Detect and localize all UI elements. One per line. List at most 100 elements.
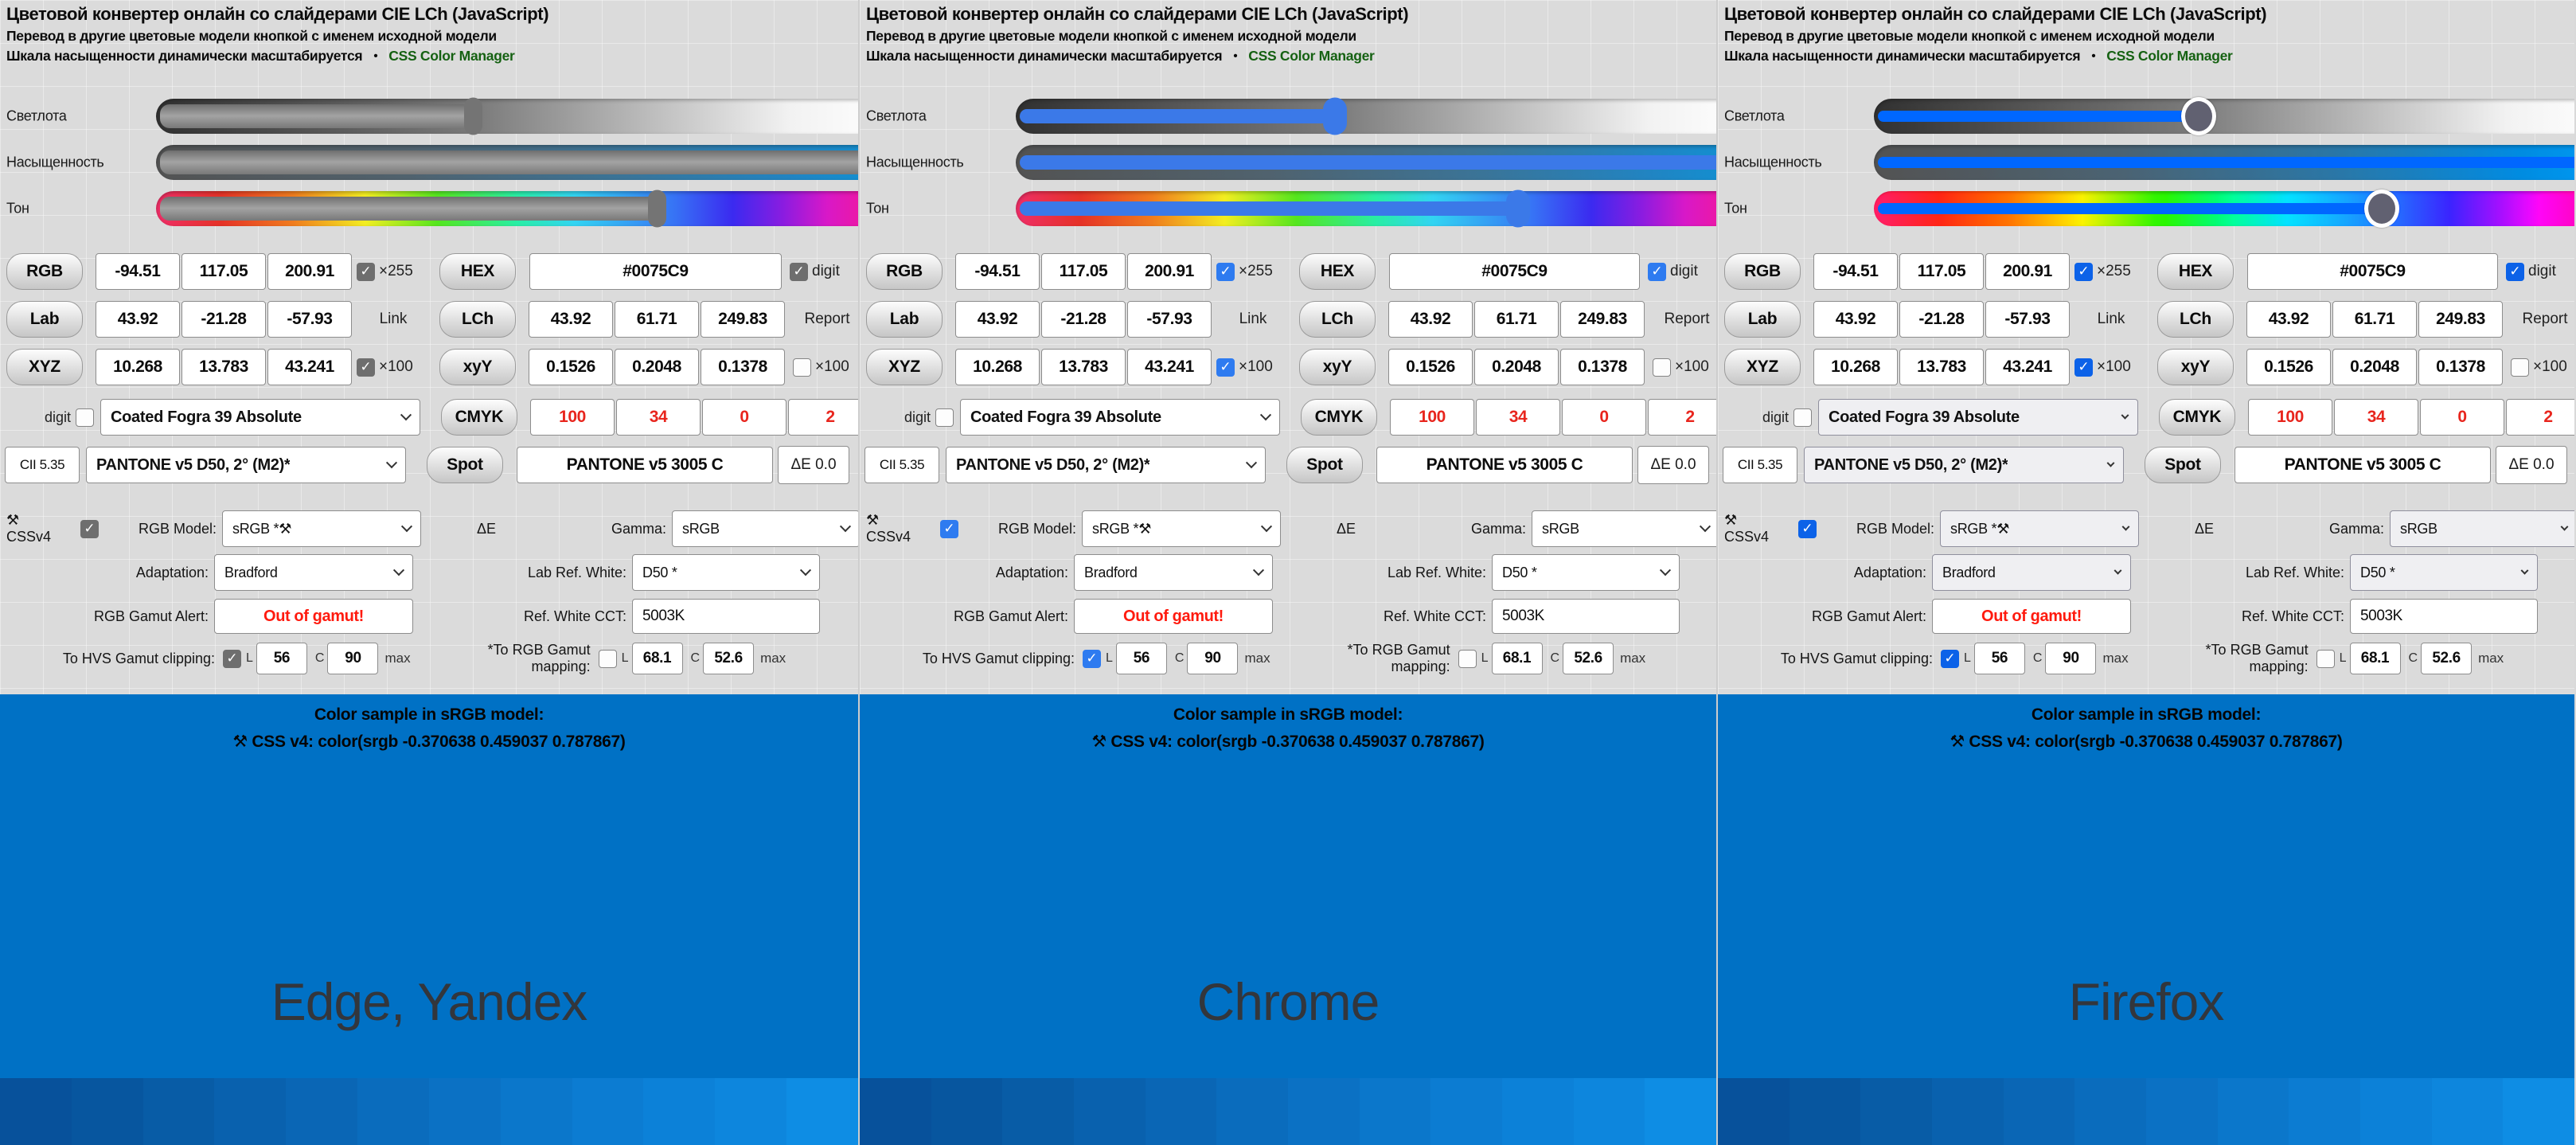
xyy-button[interactable]: xyY xyxy=(2157,349,2234,385)
slider-thumb[interactable] xyxy=(1506,190,1530,228)
cmyk-m-input[interactable] xyxy=(2334,399,2418,436)
digit-checkbox[interactable] xyxy=(790,263,808,281)
pantone-select[interactable]: PANTONE v5 D50, 2° (M2)* xyxy=(946,447,1266,483)
xyz-button[interactable]: XYZ xyxy=(866,349,943,385)
lab-a-input[interactable] xyxy=(1899,301,1984,338)
rgb-model-select[interactable]: sRGB *⚒ xyxy=(222,510,421,547)
cii-input[interactable] xyxy=(865,447,939,483)
rgb-b-input[interactable] xyxy=(1985,253,2070,290)
hex-button[interactable]: HEX xyxy=(1299,253,1376,290)
xyy-x100-checkbox[interactable] xyxy=(1653,358,1671,377)
rgb-mapping-checkbox[interactable] xyxy=(1458,650,1477,668)
clip-l-input[interactable] xyxy=(256,643,307,674)
hex-button[interactable]: HEX xyxy=(2157,253,2234,290)
rgb-g-input[interactable] xyxy=(181,253,266,290)
x255-checkbox[interactable] xyxy=(357,263,375,281)
adaptation-select[interactable]: Bradford xyxy=(1074,554,1273,591)
lightness-slider[interactable] xyxy=(1874,99,2574,134)
xyy-y-input[interactable] xyxy=(2332,349,2417,385)
xyy-y-input[interactable] xyxy=(615,349,699,385)
cii-input[interactable] xyxy=(5,447,80,483)
rgb-button[interactable]: RGB xyxy=(6,253,83,290)
rgb-mapping-checkbox[interactable] xyxy=(599,650,617,668)
rgb-button[interactable]: RGB xyxy=(866,253,943,290)
xyy-x-input[interactable] xyxy=(529,349,613,385)
lab-b-input[interactable] xyxy=(267,301,352,338)
xyy-x-input[interactable] xyxy=(1388,349,1473,385)
cmyk-profile-select[interactable]: Coated Fogra 39 Absolute xyxy=(1818,399,2138,436)
lab-b-input[interactable] xyxy=(1127,301,1212,338)
digit-checkbox[interactable] xyxy=(1648,263,1666,281)
xyz-z-input[interactable] xyxy=(1985,349,2070,385)
xyz-y-input[interactable] xyxy=(1041,349,1126,385)
adaptation-select[interactable]: Bradford xyxy=(214,554,413,591)
clip-c-input[interactable] xyxy=(1187,643,1238,674)
clip-c-input[interactable] xyxy=(327,643,378,674)
hex-button[interactable]: HEX xyxy=(439,253,516,290)
cssv4-checkbox[interactable] xyxy=(1798,520,1817,538)
xyz-z-input[interactable] xyxy=(267,349,352,385)
cssv4-checkbox[interactable] xyxy=(80,520,99,538)
xyy-button[interactable]: xyY xyxy=(439,349,516,385)
lab-a-input[interactable] xyxy=(181,301,266,338)
map-c-input[interactable] xyxy=(2421,643,2472,674)
lch-h-input[interactable] xyxy=(2418,301,2503,338)
map-l-input[interactable] xyxy=(1492,643,1543,674)
rgb-model-select[interactable]: sRGB *⚒ xyxy=(1940,510,2139,547)
lab-ref-white-select[interactable]: D50 * xyxy=(632,554,820,591)
slider-thumb[interactable] xyxy=(1323,98,1347,135)
css-color-manager-link[interactable]: CSS Color Manager xyxy=(388,48,514,64)
xyz-y-input[interactable] xyxy=(181,349,266,385)
lightness-slider[interactable] xyxy=(1016,99,1716,134)
xyz-y-input[interactable] xyxy=(1899,349,1984,385)
map-c-input[interactable] xyxy=(703,643,754,674)
rgb-b-input[interactable] xyxy=(267,253,352,290)
cmyk-profile-select[interactable]: Coated Fogra 39 Absolute xyxy=(960,399,1280,436)
cmyk-k-input[interactable] xyxy=(2506,399,2574,436)
cssv4-checkbox[interactable] xyxy=(940,520,958,538)
xyz-x100-checkbox[interactable] xyxy=(1216,358,1235,377)
rgb-r-input[interactable] xyxy=(1813,253,1898,290)
lch-c-input[interactable] xyxy=(1474,301,1559,338)
ref-white-cct-input[interactable] xyxy=(1492,599,1680,634)
hex-input[interactable] xyxy=(2247,253,2498,290)
rgb-b-input[interactable] xyxy=(1127,253,1212,290)
lch-h-input[interactable] xyxy=(1560,301,1645,338)
hue-slider[interactable] xyxy=(156,191,858,226)
clip-l-input[interactable] xyxy=(1116,643,1167,674)
xyy-button[interactable]: xyY xyxy=(1299,349,1376,385)
xyz-button[interactable]: XYZ xyxy=(6,349,83,385)
rgb-mapping-checkbox[interactable] xyxy=(2316,650,2335,668)
cmyk-button[interactable]: CMYK xyxy=(2159,399,2235,436)
rgb-button[interactable]: RGB xyxy=(1724,253,1801,290)
lab-a-input[interactable] xyxy=(1041,301,1126,338)
digit-checkbox[interactable] xyxy=(2506,263,2524,281)
saturation-slider[interactable] xyxy=(1016,145,1716,180)
saturation-slider[interactable] xyxy=(156,145,858,180)
lab-button[interactable]: Lab xyxy=(866,301,943,338)
xyy-bigy-input[interactable] xyxy=(701,349,785,385)
xyy-y-input[interactable] xyxy=(1474,349,1559,385)
hue-slider[interactable] xyxy=(1874,191,2574,226)
xyz-button[interactable]: XYZ xyxy=(1724,349,1801,385)
hex-input[interactable] xyxy=(1389,253,1640,290)
lab-ref-white-select[interactable]: D50 * xyxy=(2350,554,2538,591)
rgb-g-input[interactable] xyxy=(1041,253,1126,290)
report-label[interactable]: Report xyxy=(793,311,858,328)
xyz-x100-checkbox[interactable] xyxy=(2074,358,2093,377)
cmyk-button[interactable]: CMYK xyxy=(441,399,517,436)
cmyk-c-input[interactable] xyxy=(1390,399,1474,436)
adaptation-select[interactable]: Bradford xyxy=(1932,554,2131,591)
lch-button[interactable]: LCh xyxy=(2157,301,2234,338)
xyz-x-input[interactable] xyxy=(955,349,1040,385)
hvs-clipping-checkbox[interactable] xyxy=(1083,650,1101,668)
hvs-clipping-checkbox[interactable] xyxy=(223,650,241,668)
lab-l-input[interactable] xyxy=(1813,301,1898,338)
map-l-input[interactable] xyxy=(632,643,683,674)
lab-b-input[interactable] xyxy=(1985,301,2070,338)
lch-button[interactable]: LCh xyxy=(439,301,516,338)
xyz-z-input[interactable] xyxy=(1127,349,1212,385)
gamma-select[interactable]: sRGB xyxy=(2390,510,2574,547)
cmyk-m-input[interactable] xyxy=(616,399,701,436)
ref-white-cct-input[interactable] xyxy=(2350,599,2538,634)
